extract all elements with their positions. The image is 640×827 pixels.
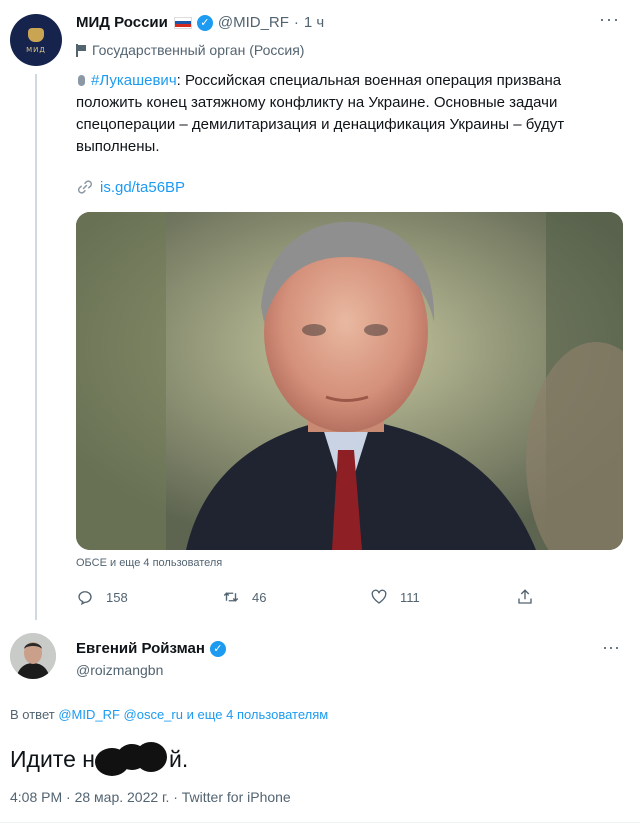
- reply-text: Идите н й.: [10, 742, 188, 776]
- reply-to-line: В ответ @MID_RF @osce_ru и еще 4 пользов…: [10, 707, 328, 722]
- tweet-time[interactable]: 1 ч: [304, 14, 324, 31]
- reply-mentions[interactable]: @MID_RF @osce_ru: [58, 707, 183, 722]
- link-text[interactable]: is.gd/ta56BP: [100, 179, 185, 196]
- flag-icon: [76, 43, 86, 57]
- emblem-icon: [28, 28, 44, 42]
- avatar-logo: МИД: [26, 46, 46, 54]
- retweet-button[interactable]: 46: [222, 588, 266, 606]
- retweet-icon: [223, 592, 239, 602]
- share-icon: [518, 589, 532, 604]
- tweet-actions: 158 46 111: [76, 588, 536, 608]
- more-options-icon[interactable]: ···: [599, 10, 620, 28]
- share-button[interactable]: [516, 588, 546, 606]
- verified-icon: ✓: [209, 640, 226, 657]
- reply-text-end: й.: [168, 745, 189, 772]
- retweet-count: 46: [252, 589, 267, 605]
- reply-icon: [78, 591, 92, 606]
- tweet-mid-rf: МИД МИД России ✓ @MID_RF · 1 ч ··· Госуд…: [0, 0, 640, 620]
- tweet-link[interactable]: is.gd/ta56BP: [76, 178, 185, 196]
- separator: ·: [293, 14, 299, 31]
- reply-button[interactable]: 158: [76, 588, 128, 606]
- thread-line: [35, 74, 37, 620]
- author-handle[interactable]: @roizmangbn: [76, 662, 163, 678]
- russia-flag-icon: [173, 16, 192, 29]
- author-name[interactable]: Евгений Ройзман: [76, 640, 205, 657]
- tweet-meta[interactable]: 4:08 PM · 28 мар. 2022 г. · Twitter for …: [10, 789, 291, 805]
- tweet-header: МИД России ✓ @MID_RF · 1 ч: [76, 14, 324, 31]
- microphone-icon: [78, 75, 85, 86]
- avatar-mid-rf[interactable]: МИД: [10, 14, 62, 66]
- portrait-photo: [76, 212, 623, 550]
- liked-by[interactable]: ОБСЕ и еще 4 пользователя: [76, 557, 222, 569]
- author-handle[interactable]: @MID_RF: [218, 14, 289, 31]
- more-options-icon[interactable]: ···: [602, 638, 620, 656]
- like-count: 111: [400, 589, 420, 605]
- link-icon: [77, 180, 93, 194]
- reply-prefix: В ответ: [10, 707, 55, 722]
- reply-more-users[interactable]: и еще 4 пользователям: [187, 707, 329, 722]
- verified-icon: ✓: [196, 14, 213, 31]
- account-label: Государственный орган (Россия): [76, 42, 304, 58]
- tweet2-header: Евгений Ройзман ✓: [76, 640, 226, 657]
- author-name[interactable]: МИД России: [76, 14, 168, 31]
- avatar-roizman[interactable]: [10, 633, 56, 679]
- like-icon: [371, 589, 387, 604]
- avatar-photo: [10, 633, 56, 679]
- account-label-text: Государственный орган (Россия): [92, 42, 305, 58]
- tweet-photo[interactable]: [76, 212, 623, 550]
- reply-text-start: Идите н: [10, 745, 95, 772]
- hashtag-link[interactable]: #Лукашевич: [91, 72, 177, 89]
- reply-count: 158: [106, 589, 128, 605]
- like-button[interactable]: 111: [370, 588, 420, 606]
- censor-blot: [94, 742, 169, 776]
- tweet-text: #Лукашевич: Российская специальная военн…: [76, 70, 624, 158]
- divider: [0, 822, 640, 823]
